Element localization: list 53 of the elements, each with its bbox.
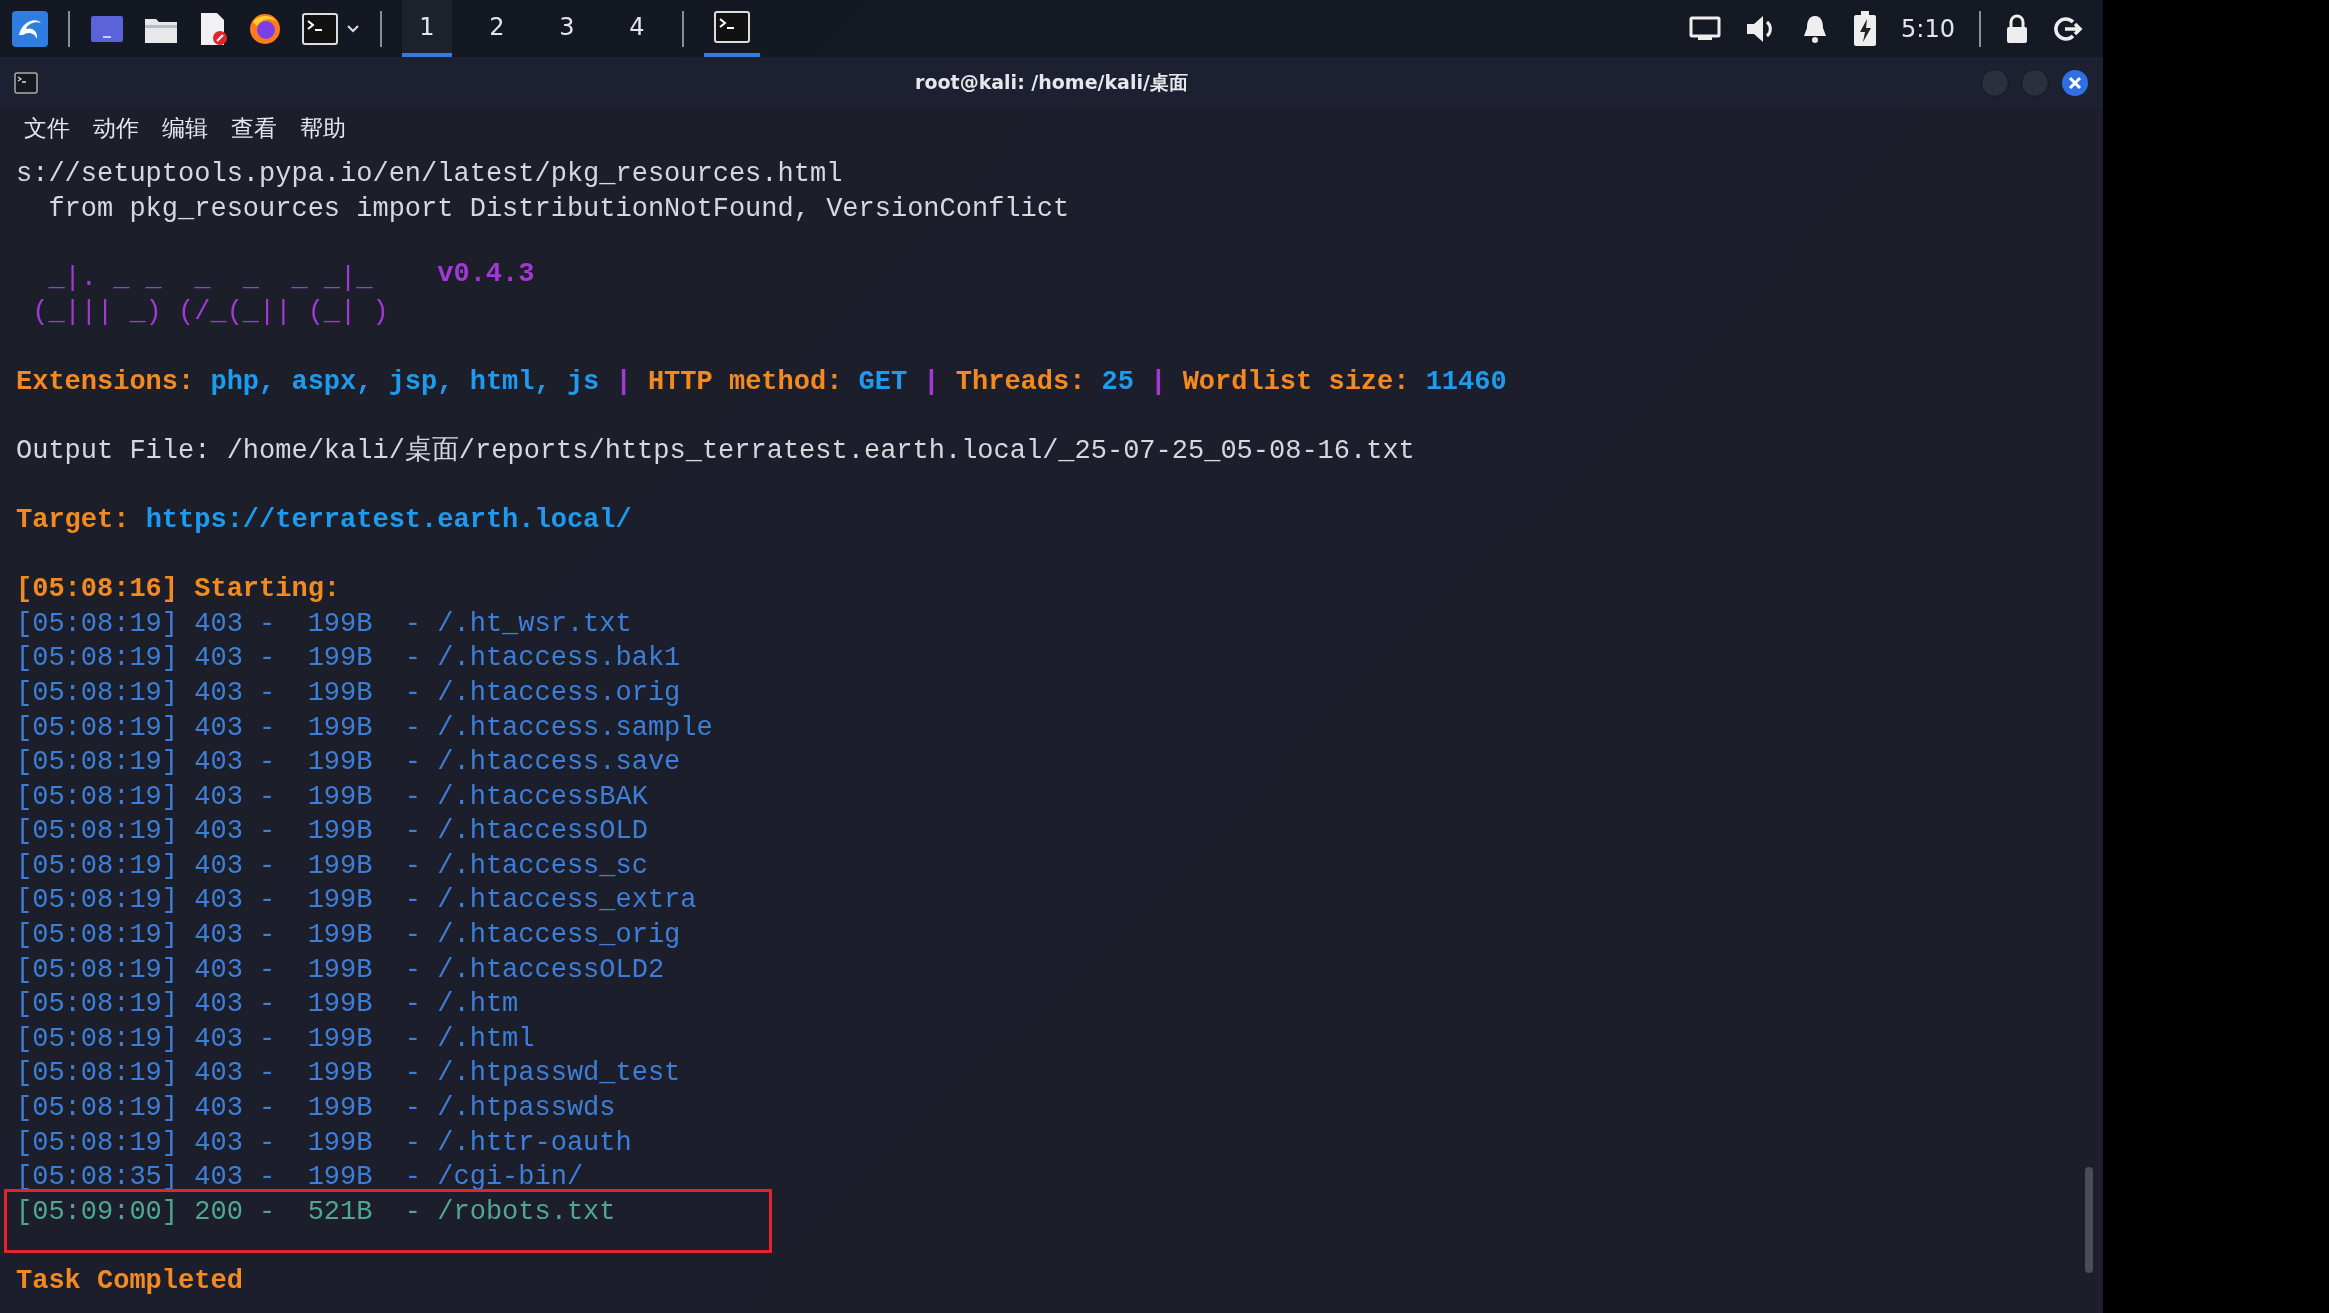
dragon-logo-icon[interactable] [12, 10, 48, 47]
workspace-tab[interactable]: 2 [472, 0, 522, 57]
logout-icon[interactable] [2053, 14, 2083, 43]
terminal-line: s://setuptools.pypa.io/en/latest/pkg_resources.html [16, 158, 843, 191]
version-label: v0.4.3 [437, 258, 535, 289]
result-line: [05:08:19] 403 - 199B - /.htpasswd_test [16, 1058, 681, 1089]
result-line: [05:08:19] 403 - 199B - /.htaccessOLD2 [16, 954, 665, 985]
terminal-line: Extensions: php, aspx, jsp, html, js | HTTP method: GET | Threads: 25 | Wordlist size: 11460 [16, 365, 1507, 399]
document-edit-icon[interactable] [198, 11, 228, 46]
workspace-tab[interactable]: 4 [612, 0, 662, 57]
menu-item[interactable]: 查看 [231, 112, 277, 144]
result-line: [05:08:19] 403 - 199B - /.htm [16, 989, 519, 1020]
network-icon[interactable] [1689, 15, 1722, 42]
battery-charging-icon[interactable] [1853, 10, 1878, 47]
result-line: [05:08:19] 403 - 199B - /.htaccessBAK [16, 781, 648, 812]
terminal-line: Output File: /home/kali/桌面/reports/https_terratest.earth.local/_25-07-25_05-08-16.txt [16, 434, 1415, 468]
workspace-tab[interactable]: 1 [402, 0, 452, 57]
menu-item[interactable]: 编辑 [162, 112, 208, 144]
workspace-tab[interactable]: 3 [542, 0, 592, 57]
result-line: [05:09:00] 200 - 521B - /robots.txt [16, 1196, 616, 1227]
menu-item[interactable]: 帮助 [300, 112, 346, 144]
close-icon[interactable] [2061, 68, 2089, 97]
terminal-line: Target: https://terratest.earth.local/ [16, 503, 632, 537]
terminal-icon [14, 71, 38, 94]
result-line: [05:08:19] 403 - 199B - /.htaccess.sample [16, 712, 713, 743]
browser-icon[interactable] [248, 11, 282, 46]
result-line: [05:08:19] 403 - 199B - /.htaccess.save [16, 747, 681, 778]
terminal-icon[interactable] [302, 12, 338, 45]
result-line: [05:08:19] 403 - 199B - /.htpasswds [16, 1093, 616, 1124]
lock-icon[interactable] [2005, 13, 2029, 44]
result-line: [05:08:19] 403 - 199B - /.htaccess.orig [16, 677, 681, 708]
result-line: [05:08:19] 403 - 199B - /.html [16, 1023, 535, 1054]
menu-item[interactable]: 文件 [24, 112, 70, 144]
result-line: [05:08:19] 403 - 199B - /.htaccess_orig [16, 920, 681, 951]
terminal-line: from pkg_resources import DistributionNotFound, VersionConflict [47, 192, 1070, 226]
caret-icon[interactable] [346, 23, 360, 34]
result-line: [05:08:19] 403 - 199B - /.ht_wsr.txt [16, 608, 632, 639]
ascii-art-text: _|. _ _ _ _ _ _|_ [47, 262, 373, 293]
scrollbar-thumb[interactable] [2085, 1167, 2093, 1273]
clock[interactable]: 5:10 [1901, 14, 1955, 43]
terminal-line: [05:08:16] Starting: [16, 573, 341, 607]
terminal-icon[interactable] [714, 10, 750, 43]
result-line: [05:08:19] 403 - 199B - /.htaccess.bak1 [16, 643, 681, 674]
result-line: [05:08:19] 403 - 199B - /.htaccess_sc [16, 850, 648, 881]
ascii-art-text: (_||| _) (/_(_|| (_| ) [31, 297, 389, 328]
menu-item[interactable]: 动作 [93, 112, 139, 144]
result-line: [05:08:19] 403 - 199B - /.htaccess_extra [16, 885, 697, 916]
desktop-icon[interactable] [90, 14, 124, 43]
result-line: [05:08:19] 403 - 199B - /.httr-oauth [16, 1127, 632, 1158]
window-title: root@kali: /home/kali/桌面 [915, 69, 1188, 95]
result-line: [05:08:35] 403 - 199B - /cgi-bin/ [16, 1162, 584, 1193]
terminal-line: Task Completed [16, 1265, 243, 1298]
result-line: [05:08:19] 403 - 199B - /.htaccessOLD [16, 816, 648, 847]
